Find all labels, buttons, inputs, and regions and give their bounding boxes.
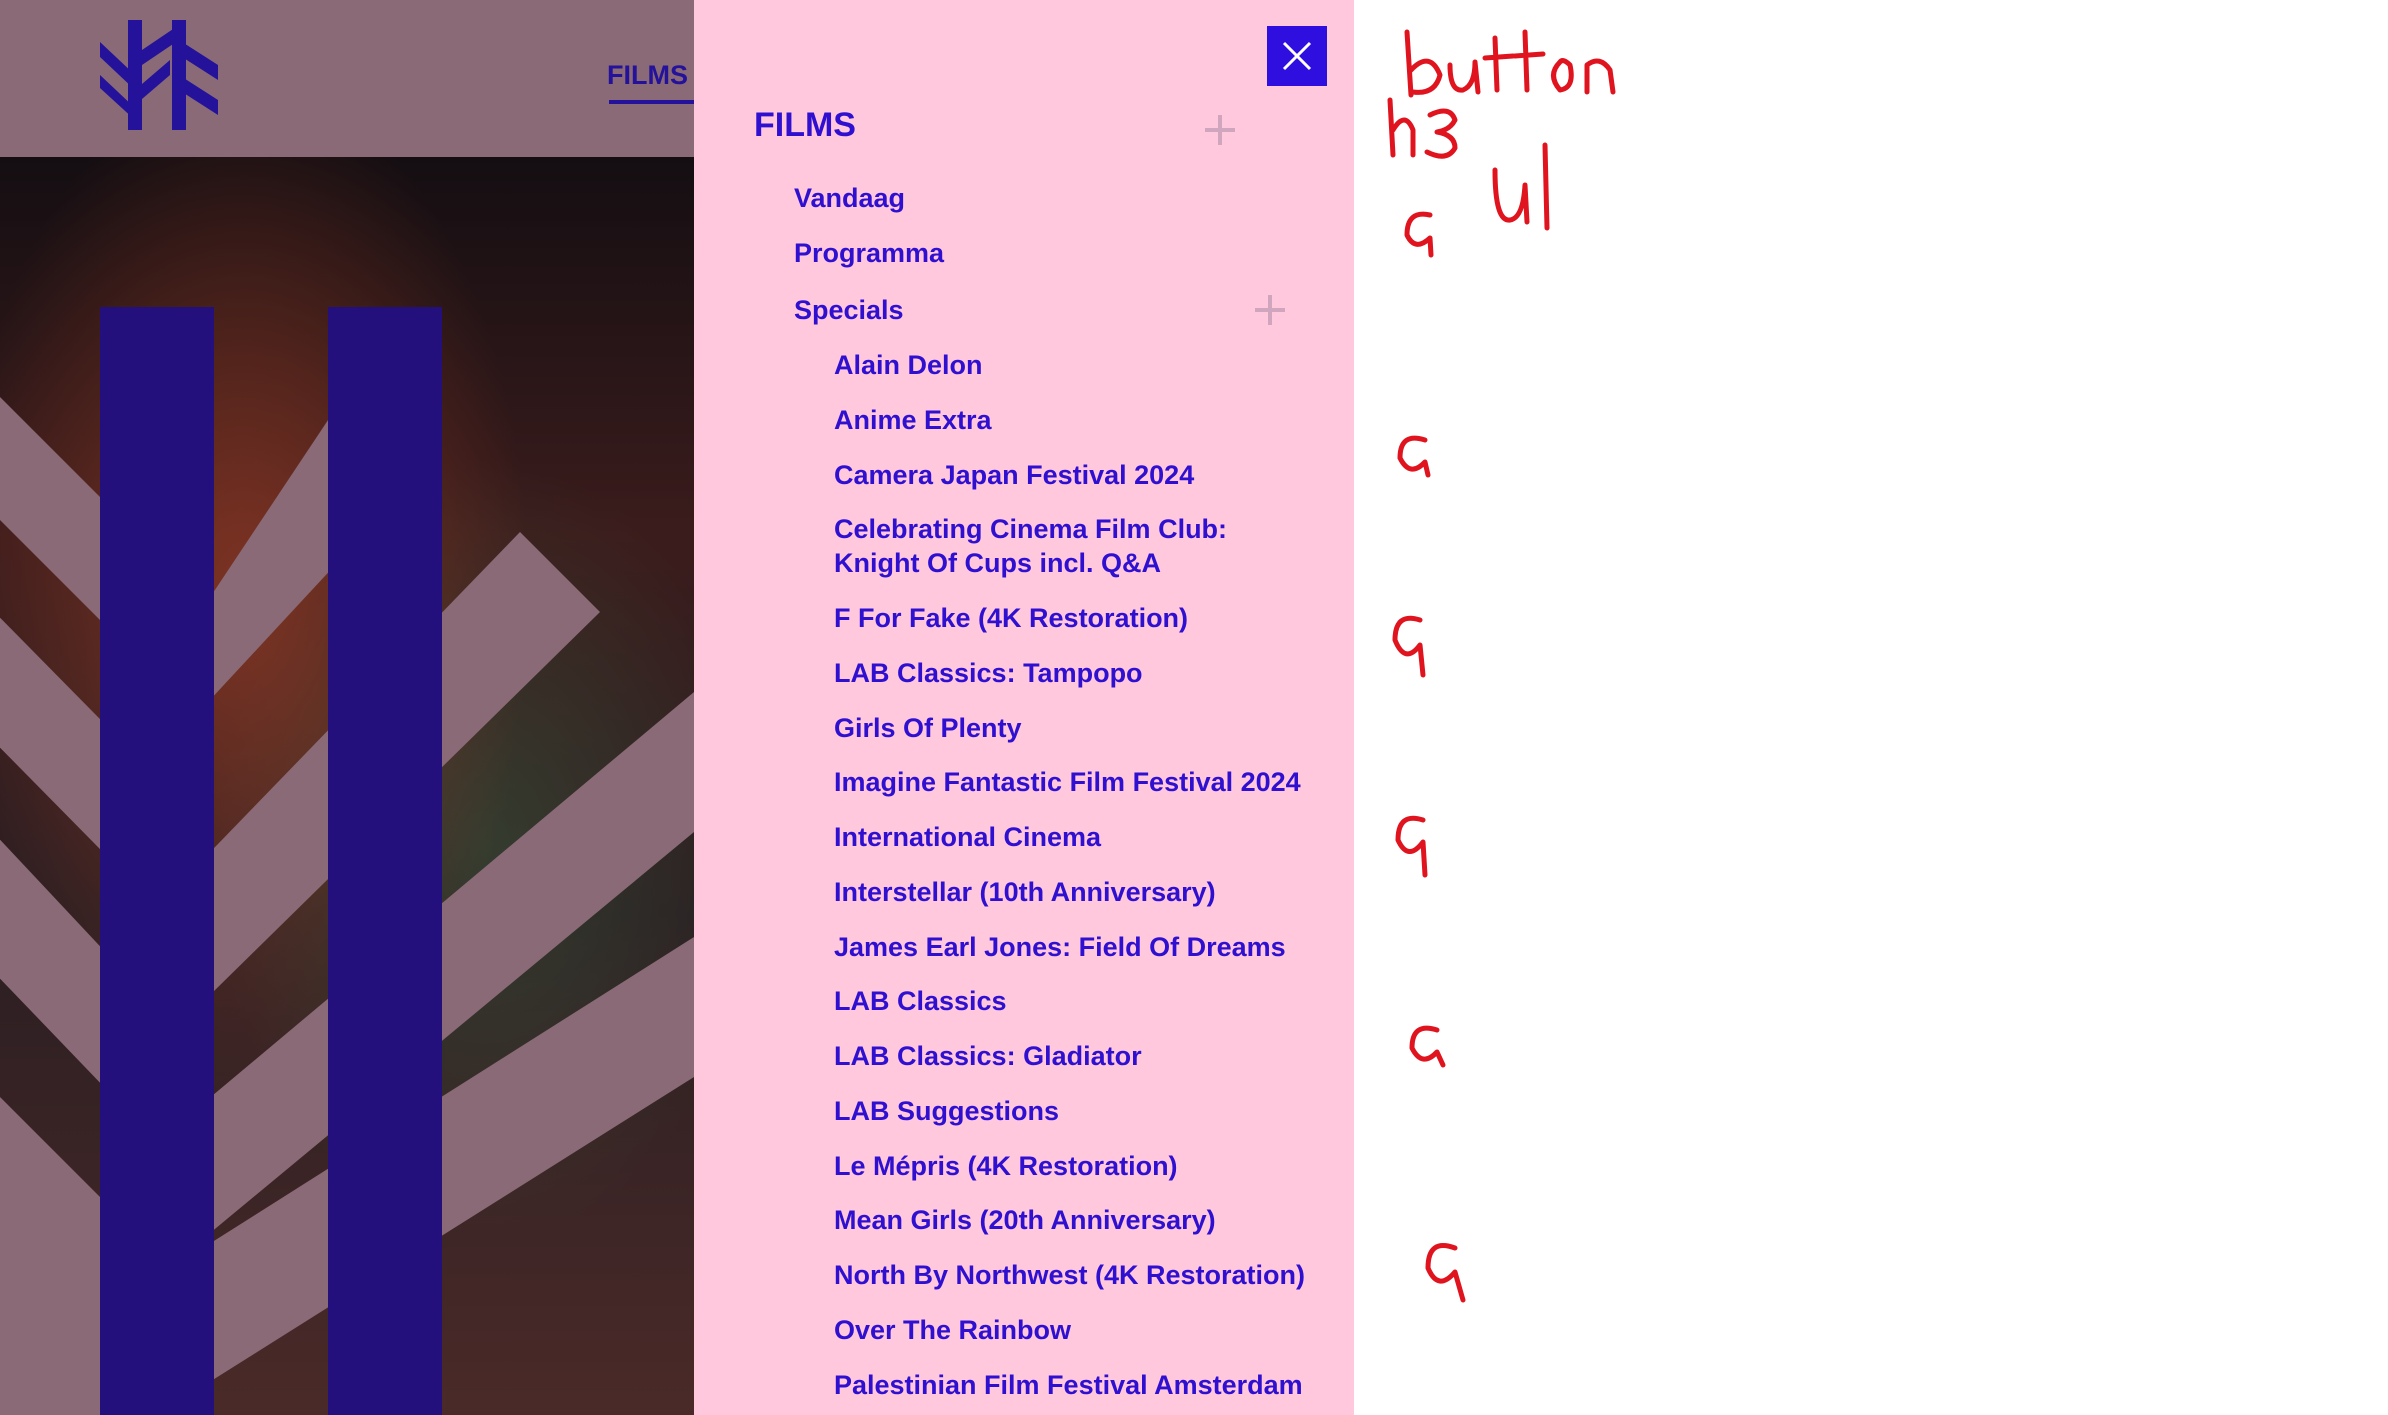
special-item[interactable]: F For Fake (4K Restoration) [834, 601, 1314, 635]
expand-films-plus-icon[interactable] [1205, 115, 1235, 145]
special-item[interactable]: Palestinian Film Festival Amsterdam [834, 1368, 1314, 1402]
annotation-a [1409, 1025, 1446, 1068]
menu-item-vandaag[interactable]: Vandaag [794, 181, 905, 215]
nav-active-underline [609, 100, 694, 104]
special-item[interactable]: LAB Classics: Gladiator [834, 1039, 1314, 1073]
special-item[interactable]: Girls Of Plenty [834, 711, 1314, 745]
special-item[interactable]: North By Northwest (4K Restoration) [834, 1258, 1314, 1292]
special-item[interactable]: Camera Japan Festival 2024 [834, 458, 1314, 492]
special-item[interactable]: Celebrating Cinema Film Club: Knight Of … [834, 512, 1314, 580]
annotation-a [1397, 435, 1431, 478]
special-item[interactable]: Anime Extra [834, 403, 1314, 437]
annotation-h3 [1387, 97, 1416, 158]
annotation-a [1425, 1243, 1466, 1303]
menu-heading-films[interactable]: FILMS [754, 108, 856, 142]
annotation-a [1404, 211, 1434, 258]
background-page: FILMS [0, 0, 694, 1415]
special-item[interactable]: LAB Classics [834, 984, 1314, 1018]
annotation-button [1404, 29, 1443, 98]
special-item[interactable]: Interstellar (10th Anniversary) [834, 875, 1314, 909]
logo-icon [100, 20, 218, 130]
close-button[interactable] [1267, 26, 1327, 86]
annotation-a [1392, 615, 1426, 678]
annotation-a [1395, 815, 1428, 878]
special-item[interactable]: Mean Girls (20th Anniversary) [834, 1203, 1314, 1237]
handwritten-annotations [1387, 29, 1616, 1303]
nav-films-link[interactable]: FILMS [607, 60, 688, 91]
special-item[interactable]: LAB Classics: Tampopo [834, 656, 1314, 690]
menu-item-specials[interactable]: Specials [794, 293, 904, 327]
expand-specials-plus-icon[interactable] [1255, 295, 1285, 325]
brand-pattern [0, 307, 694, 1415]
special-item[interactable]: Le Mépris (4K Restoration) [834, 1149, 1314, 1183]
close-icon [1282, 41, 1312, 71]
special-item[interactable]: Alain Delon [834, 348, 1314, 382]
menu-item-programma[interactable]: Programma [794, 236, 944, 270]
annotation-ul [1492, 167, 1530, 225]
special-item[interactable]: International Cinema [834, 820, 1314, 854]
special-item[interactable]: Imagine Fantastic Film Festival 2024 [834, 765, 1314, 799]
special-item[interactable]: LAB Suggestions [834, 1094, 1314, 1128]
special-item[interactable]: James Earl Jones: Field Of Dreams [834, 930, 1314, 964]
site-header: FILMS [0, 0, 694, 157]
special-item[interactable]: Over The Rainbow [834, 1313, 1314, 1347]
